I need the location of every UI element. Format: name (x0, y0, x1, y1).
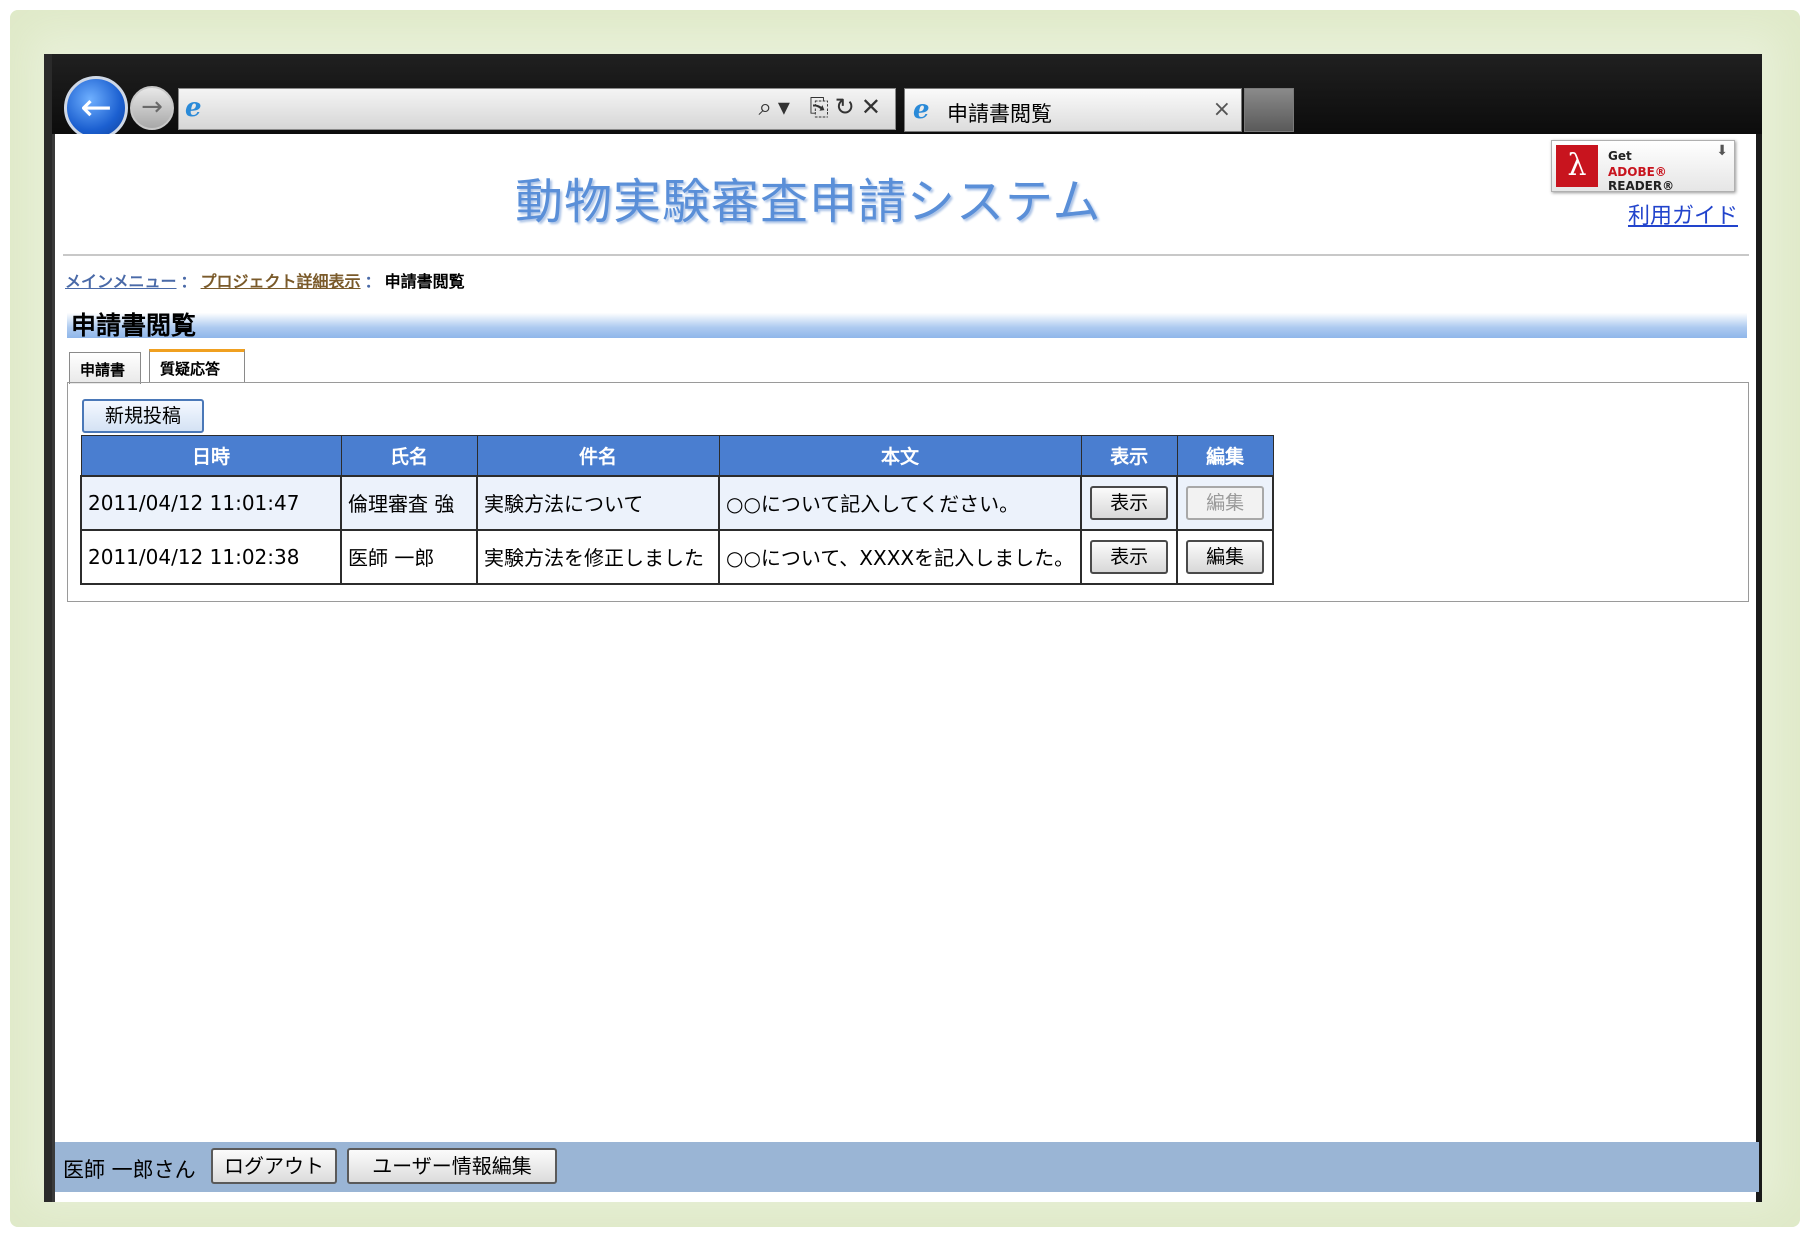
tab-qa[interactable]: 質疑応答 (149, 349, 245, 383)
qa-table: 日時 氏名 件名 本文 表示 編集 2011/04/12 11:01:47 倫理… (80, 435, 1275, 585)
browser-chrome: ← → e ⌕▾ ⎘↻✕ e 申請書閲覧 × (52, 54, 1762, 140)
cell-view: 表示 (1080, 528, 1179, 585)
address-bar[interactable]: e ⌕▾ ⎘↻✕ (178, 88, 896, 130)
table-row: 2011/04/12 11:02:38 医師 一郎 実験方法を修正しました ○○… (80, 528, 1275, 585)
cell-edit: 編集 (1176, 528, 1275, 585)
col-header-subject: 件名 (476, 435, 720, 476)
header-divider (63, 254, 1749, 256)
adobe-pdf-icon: λ (1556, 145, 1598, 187)
section-header: 申請書閲覧 (67, 302, 1747, 340)
cell-subject: 実験方法について (476, 474, 720, 531)
cell-datetime: 2011/04/12 11:01:47 (80, 474, 342, 531)
new-tab-button[interactable] (1244, 88, 1294, 132)
adobe-get-label: Get (1608, 149, 1632, 163)
get-adobe-reader-badge[interactable]: λ Get ADOBE® READER® ⬇ (1551, 140, 1735, 193)
tab-close-icon[interactable]: × (1213, 97, 1231, 122)
cell-name: 倫理審査 強 (340, 474, 478, 531)
breadcrumb-separator: ： (180, 272, 197, 291)
adobe-reader-word: READER® (1608, 179, 1675, 193)
col-header-name: 氏名 (340, 435, 478, 476)
col-header-edit: 編集 (1176, 435, 1274, 476)
col-header-body: 本文 (718, 435, 1082, 476)
cell-subject: 実験方法を修正しました (476, 528, 720, 585)
tab-ie-icon: e (913, 95, 930, 125)
browser-tab[interactable]: e 申請書閲覧 × (904, 88, 1242, 132)
adobe-reader-label: ADOBE® READER® (1608, 165, 1734, 193)
user-guide-link[interactable]: 利用ガイド (1628, 198, 1738, 230)
edit-button[interactable]: 編集 (1186, 539, 1265, 574)
tab-application[interactable]: 申請書 (69, 352, 141, 384)
cell-edit: 編集 (1176, 474, 1275, 531)
breadcrumb: メインメニュー：プロジェクト詳細表示：申請書閲覧 (65, 268, 465, 292)
new-post-button[interactable]: 新規投稿 (82, 399, 204, 433)
ie-logo-icon: e (185, 93, 202, 123)
view-button[interactable]: 表示 (1090, 485, 1169, 520)
table-row: 2011/04/12 11:01:47 倫理審査 強 実験方法について ○○につ… (80, 474, 1275, 531)
tab-title: 申請書閲覧 (947, 102, 1052, 126)
cell-body: ○○について記入してください。 (717, 474, 1083, 531)
table-header-row: 日時 氏名 件名 本文 表示 編集 (80, 435, 1274, 476)
address-tools-icons[interactable]: ⌕▾ ⎘↻✕ (758, 93, 887, 121)
cell-view: 表示 (1080, 474, 1179, 531)
site-title: 動物実験審査申請システム (515, 174, 1102, 230)
qa-panel: 新規投稿 日時 氏名 件名 本文 表示 編集 2011/04/12 11:01:… (67, 382, 1749, 602)
logout-button[interactable]: ログアウト (211, 1148, 337, 1184)
view-button[interactable]: 表示 (1090, 539, 1169, 574)
edit-user-info-button[interactable]: ユーザー情報編集 (347, 1148, 557, 1184)
page-title: 申請書閲覧 (71, 311, 197, 340)
breadcrumb-main-menu[interactable]: メインメニュー (65, 272, 177, 291)
adobe-brand: ADOBE® (1608, 165, 1667, 179)
col-header-view: 表示 (1080, 435, 1178, 476)
download-arrow-icon: ⬇ (1716, 143, 1728, 159)
edit-button-disabled: 編集 (1186, 485, 1265, 520)
forward-arrow-icon[interactable]: → (130, 86, 174, 130)
cell-datetime: 2011/04/12 11:02:38 (80, 528, 342, 585)
logged-in-user: 医師 一郎さん (63, 1158, 196, 1182)
col-header-datetime: 日時 (80, 435, 342, 476)
breadcrumb-separator: ： (364, 272, 381, 291)
browser-window: ← → e ⌕▾ ⎘↻✕ e 申請書閲覧 × 動物実験審査申請システム λ Ge… (44, 54, 1762, 1202)
web-page: 動物実験審査申請システム λ Get ADOBE® READER® ⬇ 利用ガイ… (52, 134, 1759, 1202)
cell-name: 医師 一郎 (340, 528, 478, 585)
cell-body: ○○について、XXXXを記入しました。 (717, 528, 1083, 585)
footer-bar: 医師 一郎さん ログアウト ユーザー情報編集 (55, 1142, 1759, 1192)
breadcrumb-current: 申請書閲覧 (384, 272, 465, 291)
back-arrow-icon[interactable]: ← (64, 76, 128, 140)
breadcrumb-project-detail[interactable]: プロジェクト詳細表示 (201, 272, 361, 291)
